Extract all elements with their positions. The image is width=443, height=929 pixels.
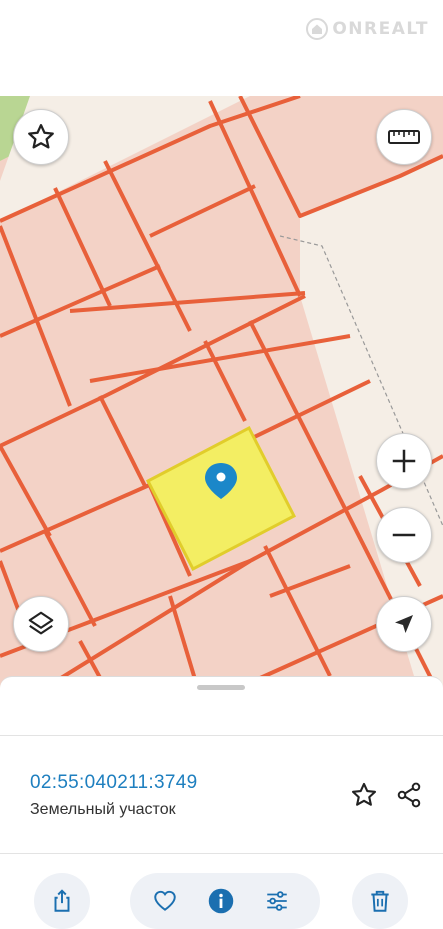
heart-icon — [154, 890, 176, 911]
delete-button[interactable] — [352, 873, 408, 929]
cadastral-number[interactable]: 02:55:040211:3749 — [30, 772, 197, 794]
info-button[interactable] — [205, 885, 237, 917]
info-icon — [208, 888, 234, 914]
like-button[interactable] — [149, 885, 181, 917]
minus-icon — [392, 533, 416, 537]
navigation-arrow-icon — [395, 615, 413, 633]
share-link-button[interactable] — [393, 779, 425, 811]
favorite-map-button[interactable] — [13, 109, 69, 165]
watermark: ONREALT — [306, 18, 429, 40]
share-button[interactable] — [34, 873, 90, 929]
share-nodes-icon — [397, 782, 421, 808]
sheet-drag-handle[interactable] — [197, 685, 245, 690]
map-canvas[interactable] — [0, 96, 443, 696]
parcel-type: Земельный участок — [30, 801, 176, 818]
divider-bottom — [0, 853, 443, 854]
zoom-in-button[interactable] — [376, 433, 432, 489]
ruler-button[interactable] — [376, 109, 432, 165]
cadastral-map[interactable] — [0, 96, 443, 696]
parcel-info-sheet[interactable]: 02:55:040211:3749 Земельный участок — [0, 676, 443, 929]
top-bar: ONREALT — [0, 0, 443, 96]
zoom-out-button[interactable] — [376, 507, 432, 563]
layers-button[interactable] — [13, 596, 69, 652]
watermark-text: ONREALT — [332, 19, 429, 39]
star-outline-icon — [351, 782, 377, 806]
ruler-icon — [388, 130, 420, 144]
favorite-button[interactable] — [348, 779, 380, 811]
plus-icon — [392, 449, 416, 473]
layers-icon — [28, 611, 54, 635]
sliders-icon — [267, 891, 287, 911]
star-icon — [28, 124, 54, 149]
trash-icon — [371, 890, 389, 912]
divider-top — [0, 735, 443, 736]
locate-me-button[interactable] — [376, 596, 432, 652]
share-icon — [54, 889, 70, 912]
home-logo-icon — [306, 18, 329, 40]
filters-button[interactable] — [261, 885, 293, 917]
